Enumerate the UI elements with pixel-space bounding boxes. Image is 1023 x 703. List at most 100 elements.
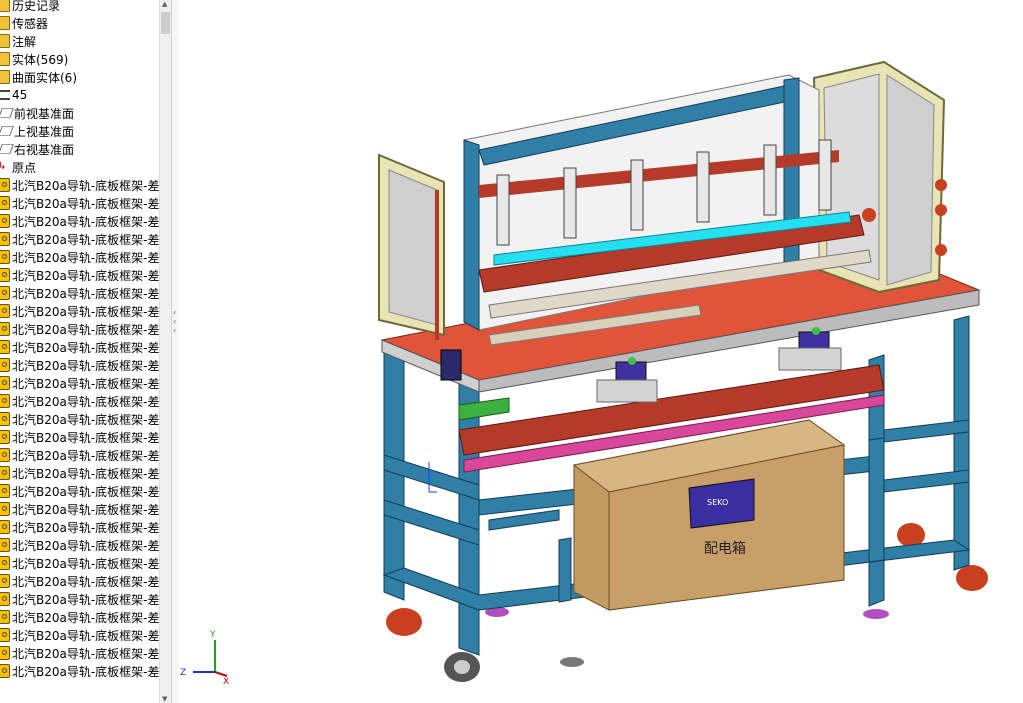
tree-item-label: 北汽B20a导轨-底板框架-差 [12, 196, 159, 211]
tree-item[interactable]: 北汽B20a导轨-底板框架-差 [0, 374, 159, 392]
material-icon [0, 90, 10, 100]
tree-item[interactable]: 北汽B20a导轨-底板框架-差 [0, 644, 159, 662]
part-icon [0, 484, 10, 498]
triad-y-label: Y [209, 630, 216, 640]
tree-item[interactable]: 北汽B20a导轨-底板框架-差 [0, 518, 159, 536]
triad-x-label: X [223, 677, 229, 687]
tree-item[interactable]: 北汽B20a导轨-底板框架-差 [0, 626, 159, 644]
tree-item[interactable]: 上视基准面 [0, 122, 159, 140]
graphics-area[interactable]: SEKO 配电箱 Y X Z [179, 0, 1023, 703]
part-icon [0, 178, 10, 192]
feature-manager-tree[interactable]: 历史记录传感器注解实体(569) 曲面实体(6) 45 前视基准面 上视基准面右视基准面… [0, 0, 159, 703]
tree-item-label: 北汽B20a导轨-底板框架-差 [12, 664, 159, 679]
part-icon [0, 664, 10, 678]
tree-item[interactable]: 历史记录 [0, 0, 159, 14]
tree-item[interactable]: 传感器 [0, 14, 159, 32]
tree-item[interactable]: 北汽B20a导轨-底板框架-差 [0, 320, 159, 338]
panel-splitter[interactable]: ‹ ‹ ‹ [171, 0, 179, 703]
tree-item-label: 北汽B20a导轨-底板框架-差 [12, 250, 159, 265]
tree-item-label: 45 [12, 88, 28, 102]
plane-icon [0, 126, 14, 136]
tree-item-label: 北汽B20a导轨-底板框架-差 [12, 268, 159, 283]
tree-item[interactable]: 北汽B20a导轨-底板框架-差 [0, 554, 159, 572]
part-icon [0, 466, 10, 480]
part-icon [0, 610, 10, 624]
view-triad: Y X Z [180, 630, 229, 687]
cabinet-nameplate: SEKO [707, 498, 728, 507]
tree-item[interactable]: 北汽B20a导轨-底板框架-差 [0, 212, 159, 230]
tree-item[interactable]: 北汽B20a导轨-底板框架-差 [0, 536, 159, 554]
tree-item-label: 北汽B20a导轨-底板框架-差 [12, 376, 159, 391]
part-icon [0, 592, 10, 606]
tree-item[interactable]: 北汽B20a导轨-底板框架-差 [0, 194, 159, 212]
tree-item-label: 北汽B20a导轨-底板框架-差 [12, 646, 159, 661]
sensor-icon [0, 16, 10, 30]
part-icon [0, 196, 10, 210]
tree-item-label: 北汽B20a导轨-底板框架-差 [12, 556, 159, 571]
tree-item[interactable]: 北汽B20a导轨-底板框架-差 [0, 428, 159, 446]
tree-item[interactable]: 北汽B20a导轨-底板框架-差 [0, 338, 159, 356]
tree-item-label: 北汽B20a导轨-底板框架-差 [12, 322, 159, 337]
tree-item[interactable]: 北汽B20a导轨-底板框架-差 [0, 608, 159, 626]
tree-item[interactable]: 曲面实体(6) [0, 68, 159, 86]
tree-item[interactable]: 北汽B20a导轨-底板框架-差 [0, 266, 159, 284]
tree-item-label: 北汽B20a导轨-底板框架-差 [12, 592, 159, 607]
part-icon [0, 358, 10, 372]
part-icon [0, 322, 10, 336]
scroll-thumb[interactable] [161, 12, 170, 34]
tree-item[interactable]: 北汽B20a导轨-底板框架-差 [0, 392, 159, 410]
scroll-up-icon[interactable]: ▲ [162, 0, 167, 8]
tree-item[interactable]: 北汽B20a导轨-底板框架-差 [0, 500, 159, 518]
tree-item-label: 北汽B20a导轨-底板框架-差 [12, 304, 159, 319]
tree-item[interactable]: 北汽B20a导轨-底板框架-差 [0, 572, 159, 590]
tree-item-label: 北汽B20a导轨-底板框架-差 [12, 412, 159, 427]
tree-item[interactable]: 45 [0, 86, 159, 104]
tree-item[interactable]: 注解 [0, 32, 159, 50]
tree-item[interactable]: 实体(569) [0, 50, 159, 68]
tree-item[interactable]: 北汽B20a导轨-底板框架-差 [0, 302, 159, 320]
tree-item-label: 北汽B20a导轨-底板框架-差 [12, 178, 159, 193]
tree-item[interactable]: ↳ 原点 [0, 158, 159, 176]
tree-item[interactable]: 北汽B20a导轨-底板框架-差 [0, 356, 159, 374]
tree-item[interactable]: 北汽B20a导轨-底板框架-差 [0, 410, 159, 428]
part-icon [0, 448, 10, 462]
tree-item[interactable]: 北汽B20a导轨-底板框架-差 [0, 446, 159, 464]
tree-item-label: 注解 [12, 34, 37, 49]
tree-item-label: 前视基准面 [14, 106, 75, 121]
tree-item-label: 实体(569) [12, 52, 69, 67]
part-icon [0, 556, 10, 570]
tree-item[interactable]: 北汽B20a导轨-底板框架-差 [0, 482, 159, 500]
tree-item[interactable]: 北汽B20a导轨-底板框架-差 [0, 248, 159, 266]
tree-item-label: 北汽B20a导轨-底板框架-差 [12, 214, 159, 229]
tree-item-label: 北汽B20a导轨-底板框架-差 [12, 466, 159, 481]
part-icon [0, 304, 10, 318]
part-icon [0, 412, 10, 426]
tree-item[interactable]: 前视基准面 [0, 104, 159, 122]
solid-bodies-folder-icon [0, 52, 10, 66]
tree-item[interactable]: 北汽B20a导轨-底板框架-差 [0, 230, 159, 248]
tree-item-label: 右视基准面 [14, 142, 75, 157]
tree-item-label: 北汽B20a导轨-底板框架-差 [12, 610, 159, 625]
tree-item-label: 北汽B20a导轨-底板框架-差 [12, 232, 159, 247]
tree-item[interactable]: 北汽B20a导轨-底板框架-差 [0, 662, 159, 680]
tree-item[interactable]: 右视基准面 [0, 140, 159, 158]
part-icon [0, 538, 10, 552]
cylinder-part [440, 349, 462, 381]
part-icon [0, 340, 10, 354]
left-guard [378, 153, 445, 340]
tree-item-label: 北汽B20a导轨-底板框架-差 [12, 538, 159, 553]
electrical-cabinet: SEKO 配电箱 [572, 419, 846, 611]
tree-item-label: 北汽B20a导轨-底板框架-差 [12, 574, 159, 589]
triad-x-axis [214, 671, 228, 677]
tree-item-label: 北汽B20a导轨-底板框架-差 [12, 358, 159, 373]
tree-scrollbar[interactable]: ▲ ▼ [159, 0, 171, 703]
tree-item[interactable]: 北汽B20a导轨-底板框架-差 [0, 590, 159, 608]
tree-item-label: 传感器 [12, 16, 49, 31]
tree-item-label: 历史记录 [12, 0, 61, 13]
tree-item-label: 北汽B20a导轨-底板框架-差 [12, 484, 159, 499]
tree-item[interactable]: 北汽B20a导轨-底板框架-差 [0, 284, 159, 302]
scroll-down-icon[interactable]: ▼ [162, 695, 167, 703]
tree-item[interactable]: 北汽B20a导轨-底板框架-差 [0, 176, 159, 194]
tree-item-label: 北汽B20a导轨-底板框架-差 [12, 628, 159, 643]
tree-item[interactable]: 北汽B20a导轨-底板框架-差 [0, 464, 159, 482]
